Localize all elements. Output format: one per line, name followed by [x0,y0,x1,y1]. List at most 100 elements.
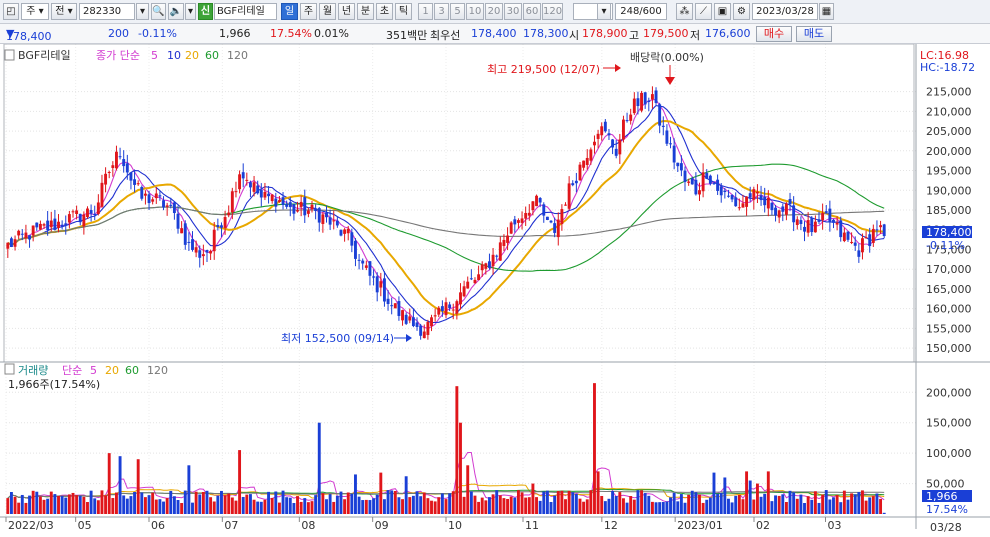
volume-bar [346,492,350,514]
volume-bar [585,499,589,514]
volume-bar [154,499,158,514]
interval-button-120[interactable]: 120 [542,3,563,20]
volume-bar [140,492,144,514]
speaker-icon[interactable]: 🔈 [168,3,184,20]
period-tab-1[interactable]: 주 [300,3,317,20]
save-icon[interactable]: ▣ [714,3,731,20]
candle-body [498,242,502,261]
candle-body [799,220,803,225]
candle-body [9,238,13,248]
volume-bar [212,501,216,514]
window-menu-icon[interactable]: ◰ [3,3,19,20]
volume-bar [480,497,484,514]
volume-bar [303,498,307,514]
candle-body [346,228,350,234]
volume-bar [343,499,347,514]
date-field[interactable]: 2023/03/28 [752,3,818,20]
volume-bar [104,495,108,514]
volume-legend-settings-icon[interactable] [4,363,15,375]
chevron-down-icon[interactable]: ▾ [185,3,196,20]
volume-bar [122,495,126,514]
volume-bar [488,497,491,514]
interval-dropdown-icon[interactable]: ▾ [597,3,611,20]
candle-body [527,212,531,216]
search-icon[interactable]: 🔍 [151,3,166,20]
candle-body [339,230,343,236]
interval-button-60[interactable]: 60 [523,3,541,20]
candle-body [143,193,147,196]
candle-body [795,219,799,225]
stock-chart[interactable]: 150,000155,000160,000165,000170,000175,0… [0,44,990,537]
candle-body [578,164,582,181]
candle-body [404,314,408,324]
candle-body [835,222,839,225]
volume-tick-label: 150,000 [926,417,972,430]
volume-bar [259,501,263,514]
candle-body [223,217,227,228]
data-count-field[interactable]: 248/600 [615,3,667,20]
candle-body [169,204,173,206]
prev-button[interactable]: 전 ▾ [51,3,77,20]
period-tab-0[interactable]: 일 [281,3,298,20]
interval-button-20[interactable]: 20 [485,3,503,20]
candle-body [180,228,184,234]
volume-bar [285,497,289,514]
volume-bar [111,498,115,514]
period-tab-2[interactable]: 월 [319,3,336,20]
candle-body [828,208,832,223]
chart-type-icon[interactable]: ⁂ [676,3,693,20]
candle-body [564,204,567,206]
volume-bar [679,494,683,514]
candle-body [364,265,368,268]
gear-icon[interactable]: ⚙ [733,3,750,20]
volume-bar [368,500,372,514]
vol-legend-ma60: 60 [125,364,139,377]
calendar-icon[interactable]: ▦ [819,3,834,20]
code-dropdown-icon[interactable]: ▾ [136,3,149,20]
candle-body [679,163,683,171]
candle-body [871,228,875,243]
interval-button-1[interactable]: 1 [418,3,433,20]
interval-button-3[interactable]: 3 [434,3,449,20]
volume-bar [397,497,401,514]
period-tab-4[interactable]: 분 [357,3,374,20]
volume-bar [270,497,274,514]
market-label: 주 [26,6,36,17]
stock-code-input[interactable]: 282330 [79,3,135,20]
volume-bar [6,498,10,514]
period-tab-6[interactable]: 틱 [395,3,412,20]
volume-bar [306,502,310,514]
candle-body [440,306,444,311]
candle-body [850,241,854,243]
interval-button-5[interactable]: 5 [450,3,465,20]
volume-bar [241,496,245,514]
candle-body [842,232,846,242]
buy-button[interactable]: 매수 [756,26,792,42]
legend-settings-icon[interactable] [4,49,15,61]
volume-bar [165,498,169,514]
month-tick-label: 09 [375,519,389,532]
sell-button[interactable]: 매도 [796,26,832,42]
hc-label: HC:-18.72 [920,61,975,74]
volume-bar [553,495,557,514]
month-tick-label: 2022/03 [8,519,54,532]
volume-bar [690,490,694,514]
candle-body [882,224,886,237]
volume-bar [669,497,672,514]
volume-bar [788,490,792,514]
candle-body [299,201,303,207]
interval-button-30[interactable]: 30 [504,3,522,20]
interval-button-10[interactable]: 10 [466,3,484,20]
candle-body [788,199,792,205]
market-select[interactable]: 주 ▾ [21,3,49,20]
month-tick-label: 11 [525,519,539,532]
trend-line-icon[interactable]: ⟋ [695,3,712,20]
volume-bar [538,500,542,514]
volume-bar [603,501,607,514]
volume-bar [676,501,680,514]
period-tab-5[interactable]: 초 [376,3,393,20]
candle-body [611,139,615,148]
candle-body [375,276,379,293]
volume-bar [683,502,687,514]
period-tab-3[interactable]: 년 [338,3,355,20]
